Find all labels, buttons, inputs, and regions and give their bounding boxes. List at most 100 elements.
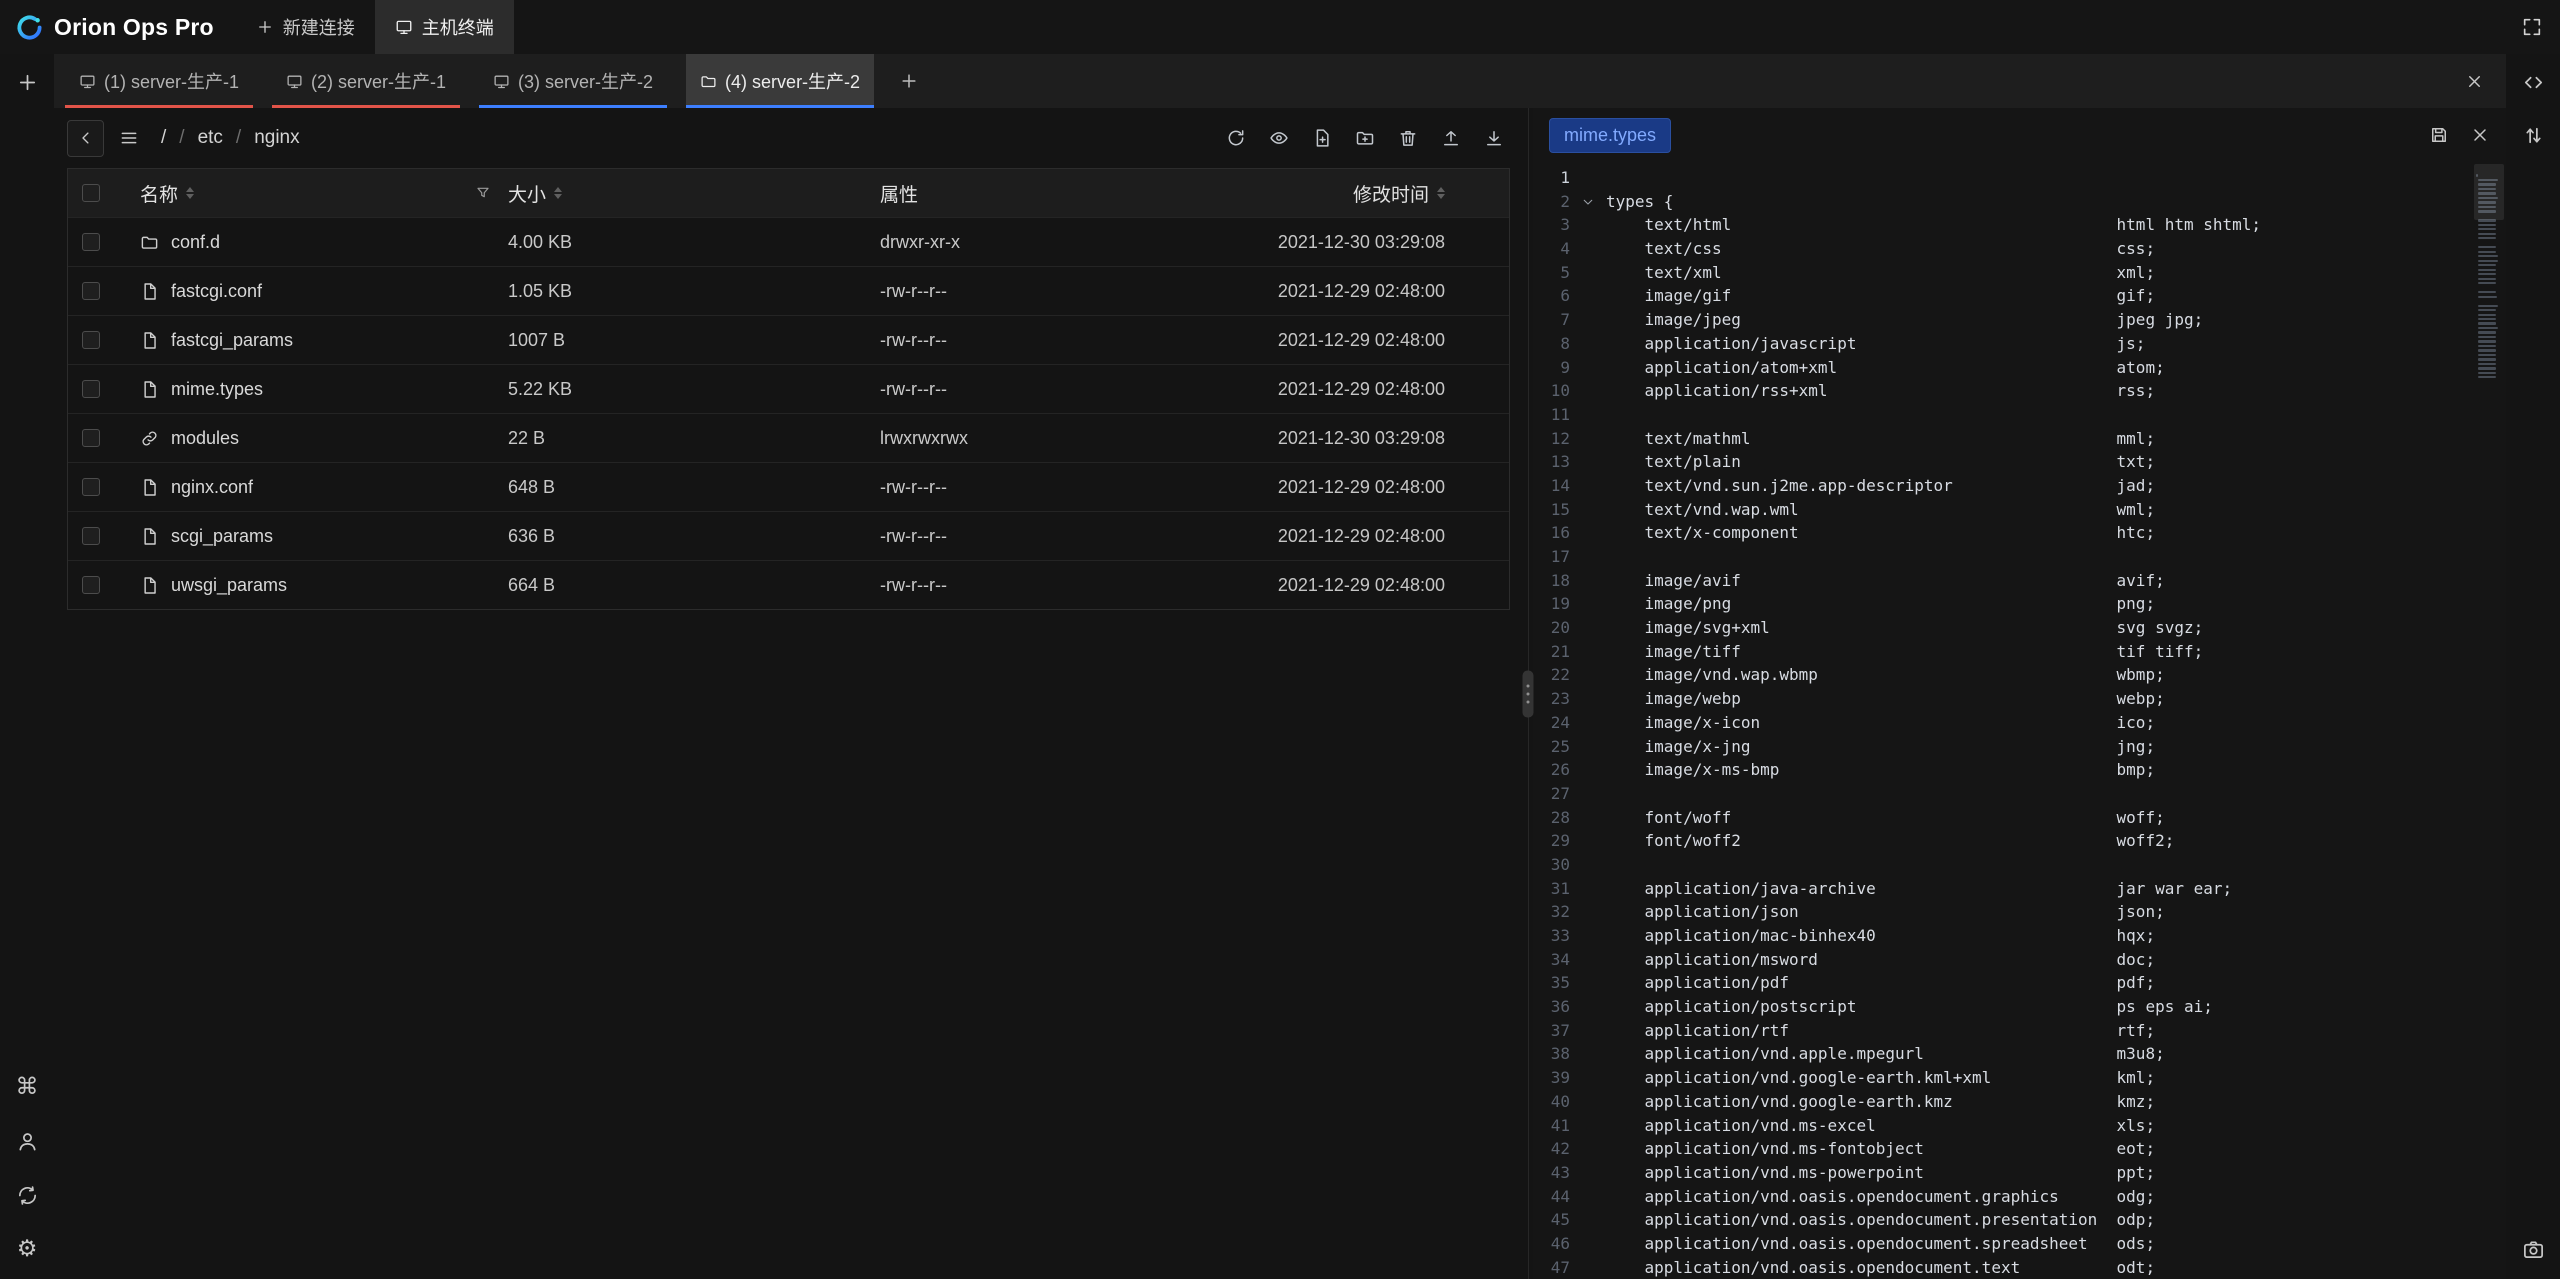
- topnav-item[interactable]: 新建连接: [236, 0, 375, 54]
- line-number: 8: [1533, 332, 1570, 356]
- session-tab[interactable]: (2) server-生产-1: [272, 54, 460, 108]
- sync-icon[interactable]: [16, 1184, 39, 1207]
- session-tabstrip: (1) server-生产-1 (2) server-生产-1 (3) server…: [54, 54, 2506, 108]
- minimap-line: [2478, 340, 2495, 342]
- code-text: application/atom+xml atom;: [1606, 356, 2165, 380]
- eye-icon[interactable]: [1269, 128, 1289, 148]
- file-table-body: conf.d4.00 KBdrwxr-xr-x2021-12-30 03:29:…: [68, 217, 1509, 609]
- file-row[interactable]: fastcgi.conf1.05 KB-rw-r--r--2021-12-29 …: [68, 266, 1509, 315]
- fold-gutter: [1570, 971, 1606, 995]
- gear-icon[interactable]: ⚙: [16, 1238, 39, 1261]
- row-checkbox[interactable]: [82, 576, 100, 594]
- breadcrumb-item[interactable]: /: [161, 127, 166, 149]
- panel-splitter[interactable]: [1523, 108, 1533, 1279]
- session-tab-label: (4) server-生产-2: [725, 68, 860, 94]
- delete-icon[interactable]: [1398, 128, 1418, 148]
- list-view-button[interactable]: [110, 120, 147, 157]
- fold-gutter: [1570, 829, 1606, 853]
- file-row[interactable]: nginx.conf648 B-rw-r--r--2021-12-29 02:4…: [68, 462, 1509, 511]
- back-button[interactable]: [67, 120, 104, 157]
- minimap-line: [2478, 246, 2496, 248]
- close-editor-button[interactable]: [2470, 125, 2490, 145]
- select-all-checkbox[interactable]: [82, 184, 100, 202]
- file-row[interactable]: modules22 Blrwxrwxrwx2021-12-30 03:29:08: [68, 413, 1509, 462]
- file-name-cell: conf.d: [114, 232, 508, 253]
- row-checkbox[interactable]: [82, 331, 100, 349]
- code-line: 5 text/xml xml;: [1533, 261, 2506, 285]
- download-icon[interactable]: [1484, 128, 1504, 148]
- filter-icon[interactable]: [475, 185, 491, 201]
- file-row[interactable]: fastcgi_params1007 B-rw-r--r--2021-12-29…: [68, 315, 1509, 364]
- breadcrumb-item[interactable]: etc: [198, 127, 223, 149]
- code-line: 27: [1533, 782, 2506, 806]
- row-checkbox[interactable]: [82, 233, 100, 251]
- close-sessions-button[interactable]: [2465, 72, 2484, 91]
- file-row[interactable]: mime.types5.22 KB-rw-r--r--2021-12-29 02…: [68, 364, 1509, 413]
- session-tab[interactable]: (1) server-生产-1: [65, 54, 253, 108]
- file-mode: -rw-r--r--: [880, 575, 1224, 596]
- code-line: 35 application/pdf pdf;: [1533, 971, 2506, 995]
- file-name[interactable]: nginx.conf: [171, 477, 253, 498]
- file-row[interactable]: scgi_params636 B-rw-r--r--2021-12-29 02:…: [68, 511, 1509, 560]
- swap-vertical-icon[interactable]: [2522, 124, 2545, 147]
- row-checkbox[interactable]: [82, 380, 100, 398]
- column-header[interactable]: 大小: [508, 169, 880, 217]
- row-checkbox[interactable]: [82, 282, 100, 300]
- topnav-item[interactable]: 主机终端: [375, 0, 514, 54]
- add-tab-button[interactable]: [899, 71, 919, 91]
- line-number: 6: [1533, 284, 1570, 308]
- chevron-down-icon[interactable]: [1581, 195, 1595, 209]
- code-line: 3 text/html html htm shtml;: [1533, 213, 2506, 237]
- row-checkbox[interactable]: [82, 429, 100, 447]
- file-name[interactable]: fastcgi.conf: [171, 281, 262, 302]
- code-text: image/png png;: [1606, 592, 2155, 616]
- file-row[interactable]: uwsgi_params664 B-rw-r--r--2021-12-29 02…: [68, 560, 1509, 609]
- column-header[interactable]: 修改时间: [1224, 169, 1509, 217]
- minimap[interactable]: [2474, 162, 2504, 1279]
- session-tab[interactable]: (3) server-生产-2: [479, 54, 667, 108]
- code-editor[interactable]: 12types {3 text/html html htm shtml;4 te…: [1533, 162, 2506, 1279]
- session-tab[interactable]: (4) server-生产-2: [686, 54, 874, 108]
- command-icon[interactable]: ⌘: [16, 1076, 39, 1099]
- minimap-line: [2478, 278, 2495, 280]
- brand-name: Orion Ops Pro: [54, 14, 214, 41]
- user-icon[interactable]: [16, 1130, 39, 1153]
- file-name[interactable]: fastcgi_params: [171, 330, 293, 351]
- row-checkbox[interactable]: [82, 478, 100, 496]
- fullscreen-icon[interactable]: [2521, 16, 2543, 38]
- splitter-grip[interactable]: [1523, 670, 1534, 717]
- code-text: image/jpeg jpeg jpg;: [1606, 308, 2203, 332]
- breadcrumb-item[interactable]: nginx: [254, 127, 299, 149]
- right-sidebar: [2506, 54, 2560, 1279]
- code-line: 16 text/x-component htc;: [1533, 521, 2506, 545]
- line-number: 46: [1533, 1232, 1570, 1256]
- file-name[interactable]: mime.types: [171, 379, 263, 400]
- folder-add-icon[interactable]: [1355, 128, 1375, 148]
- fold-gutter: [1570, 758, 1606, 782]
- minimap-slider[interactable]: [2474, 164, 2504, 220]
- file-mtime: 2021-12-30 03:29:08: [1224, 428, 1509, 449]
- checkbox-cell: [68, 463, 114, 511]
- file-name[interactable]: modules: [171, 428, 239, 449]
- file-name[interactable]: uwsgi_params: [171, 575, 287, 596]
- code-text: application/vnd.google-earth.kmz kmz;: [1606, 1090, 2155, 1114]
- plus-icon[interactable]: [16, 71, 39, 94]
- upload-icon[interactable]: [1441, 128, 1461, 148]
- column-header[interactable]: 名称: [114, 169, 508, 217]
- save-button[interactable]: [2429, 125, 2449, 145]
- fold-gutter: [1570, 213, 1606, 237]
- file-add-icon[interactable]: [1312, 128, 1332, 148]
- line-number: 40: [1533, 1090, 1570, 1114]
- checkbox-cell: [68, 267, 114, 315]
- file-row[interactable]: conf.d4.00 KBdrwxr-xr-x2021-12-30 03:29:…: [68, 217, 1509, 266]
- fold-gutter: [1570, 1019, 1606, 1043]
- camera-icon[interactable]: [2522, 1238, 2545, 1261]
- row-checkbox[interactable]: [82, 527, 100, 545]
- file-name[interactable]: scgi_params: [171, 526, 273, 547]
- code-icon[interactable]: [2522, 71, 2545, 94]
- editor-file-tab[interactable]: mime.types: [1549, 118, 1671, 153]
- line-number: 38: [1533, 1042, 1570, 1066]
- file-name[interactable]: conf.d: [171, 232, 220, 253]
- minimap-line: [2478, 349, 2495, 351]
- refresh-icon[interactable]: [1226, 128, 1246, 148]
